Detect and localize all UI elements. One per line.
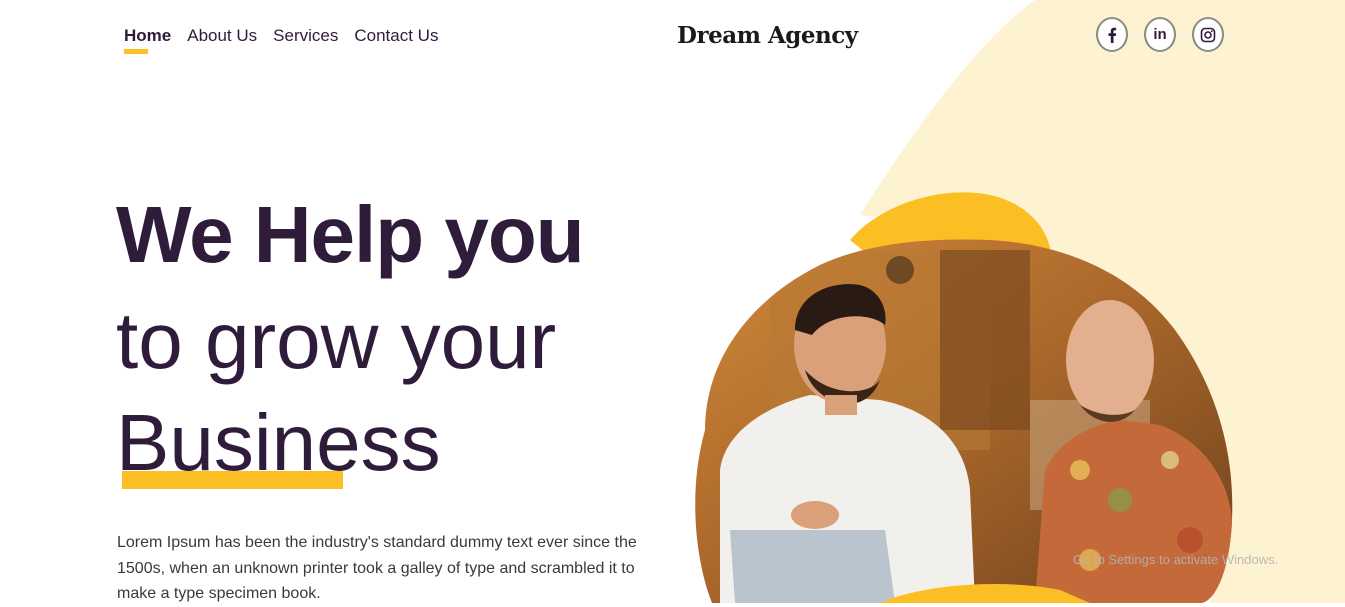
hero-image xyxy=(695,192,1233,603)
windows-activation-watermark: Go to Settings to activate Windows. xyxy=(1073,552,1279,567)
